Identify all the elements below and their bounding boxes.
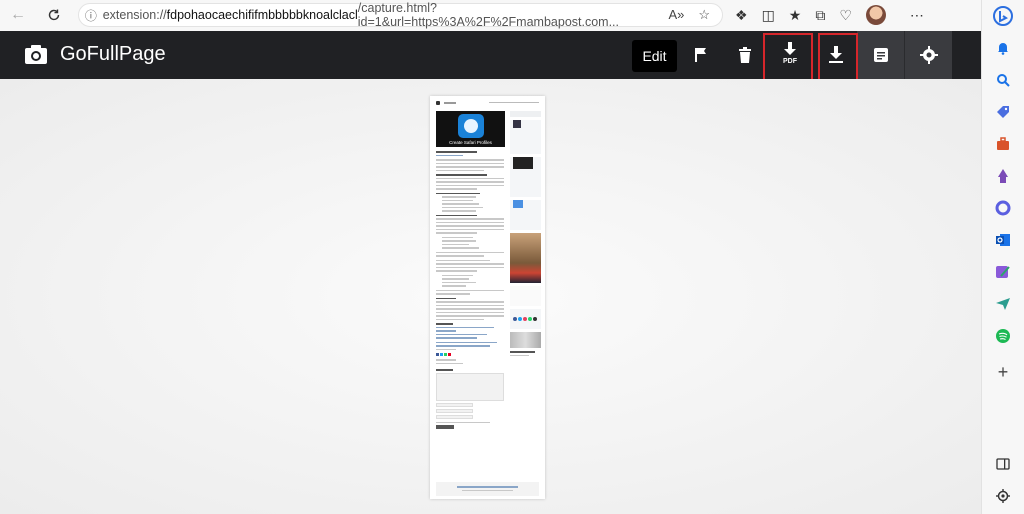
profile-avatar[interactable] — [865, 5, 886, 25]
outlook-button[interactable] — [993, 230, 1013, 250]
back-icon: ← — [10, 6, 26, 23]
url-prefix: extension:// — [102, 8, 167, 22]
sidebar-toggle-icon — [996, 458, 1010, 470]
send-icon — [996, 298, 1010, 310]
preview-footer — [436, 482, 539, 496]
outlook-icon — [996, 234, 1010, 246]
search-icon — [997, 74, 1010, 87]
spotify-icon — [996, 329, 1010, 343]
add-icon: + — [997, 361, 1009, 382]
captured-page-preview[interactable]: Create Safari Profiles — [430, 96, 545, 499]
preview-hero-image: Create Safari Profiles — [436, 111, 505, 147]
camera-icon — [25, 45, 47, 64]
refresh-button[interactable] — [40, 1, 68, 29]
health-icon[interactable]: ♡ — [839, 7, 852, 24]
browser-sidebar: + — [981, 0, 1024, 514]
document-button[interactable] — [857, 31, 905, 79]
address-bar[interactable]: ⓘ extension://fdpohaocaechififmbbbbbknoa… — [78, 1, 723, 29]
games-icon — [998, 169, 1008, 183]
spotify-button[interactable] — [993, 326, 1013, 346]
shopping-tag-icon — [997, 106, 1009, 118]
settings-button[interactable] — [904, 31, 952, 79]
favorites-icon[interactable]: ★ — [789, 7, 802, 24]
preview-article-text — [436, 151, 504, 429]
document-icon — [874, 48, 888, 62]
bell-icon — [998, 43, 1008, 55]
preview-site-header — [436, 99, 539, 106]
more-icon[interactable]: ⋯ — [910, 7, 924, 24]
games-button[interactable] — [993, 166, 1013, 186]
bing-icon — [993, 6, 1013, 26]
split-screen-icon[interactable]: ◫ — [762, 7, 775, 24]
url-host: fdpohaocaechififmbbbbbknoalclacl — [166, 8, 358, 22]
designer-button[interactable] — [993, 262, 1013, 282]
notifications-button[interactable] — [993, 38, 1013, 58]
add-button[interactable]: + — [993, 362, 1013, 382]
info-icon[interactable]: ⓘ — [79, 7, 103, 24]
edit-button[interactable]: Edit — [632, 40, 677, 72]
sidebar-settings-button[interactable] — [993, 486, 1013, 506]
send-button[interactable] — [993, 294, 1013, 314]
tools-button[interactable] — [993, 134, 1013, 154]
read-aloud-icon[interactable]: A» — [668, 7, 684, 23]
sidebar-settings-icon — [996, 489, 1010, 503]
preview-sidebar — [510, 111, 541, 358]
back-button[interactable]: ← — [4, 1, 32, 29]
browser-toolbar: ← ⓘ extension://fdpohaocaechififmbbbbbkn… — [0, 0, 981, 31]
copilot-icon — [995, 200, 1011, 216]
shopping-button[interactable] — [993, 102, 1013, 122]
flag-button[interactable] — [677, 31, 725, 79]
preview-hero-caption: Create Safari Profiles — [449, 140, 492, 145]
bing-button[interactable] — [993, 6, 1013, 26]
delete-button[interactable] — [721, 31, 769, 79]
copilot-button[interactable] — [993, 198, 1013, 218]
extensions-icon[interactable]: ❖ — [735, 7, 748, 24]
favorite-icon[interactable]: ☆ — [698, 7, 710, 23]
sidebar-toggle-button[interactable] — [993, 454, 1013, 474]
app-title: GoFullPage — [60, 43, 166, 65]
refresh-icon — [48, 9, 60, 21]
trash-icon — [739, 47, 751, 63]
flag-icon — [695, 48, 706, 62]
toolbox-icon — [997, 137, 1009, 150]
url-path: /capture.html?id=1&url=https%3A%2F%2Fmam… — [357, 1, 619, 29]
designer-icon — [996, 266, 1010, 278]
search-button[interactable] — [993, 70, 1013, 90]
settings-icon — [919, 46, 938, 64]
collections-icon[interactable]: ⧉ — [815, 7, 825, 24]
